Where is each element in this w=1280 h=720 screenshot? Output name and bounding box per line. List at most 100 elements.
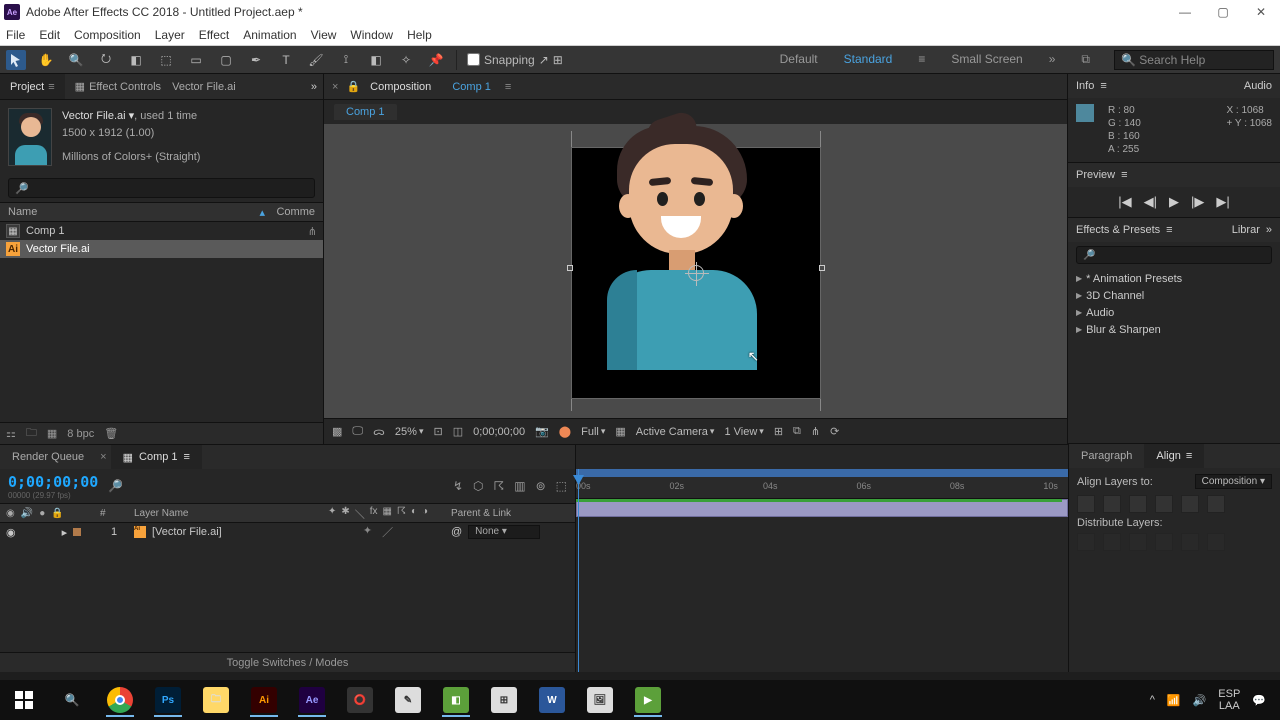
help-search[interactable]: 🔍 Search Help (1114, 50, 1274, 70)
preset-animation[interactable]: ▶* Animation Presets (1072, 270, 1276, 287)
project-row-vector[interactable]: AiVector File.ai (0, 240, 323, 258)
mask-icon[interactable]: ᯅ (373, 424, 385, 439)
col-name[interactable]: Name (8, 206, 259, 218)
new-comp-icon[interactable]: ▦ (47, 427, 57, 440)
snap-ext-icon[interactable]: ↗ (539, 53, 549, 67)
workspace-small[interactable]: Small Screen (951, 52, 1022, 67)
graph-editor-icon[interactable]: ▥ (514, 479, 525, 493)
draft3d-icon[interactable]: ⬚ (556, 479, 567, 493)
photoshop-taskbar-icon[interactable]: Ps (148, 683, 188, 717)
refresh-icon[interactable]: ⟳ (830, 425, 839, 438)
next-frame-icon[interactable]: |▶ (1191, 194, 1204, 210)
composition-viewport[interactable]: ↖ (324, 124, 1067, 418)
minimize-button[interactable]: — (1178, 5, 1192, 19)
work-area-bar[interactable] (576, 469, 1068, 477)
brush-tool-icon[interactable]: 🖌 (306, 50, 326, 70)
photos-taskbar-icon[interactable]: 🖼 (580, 683, 620, 717)
menu-file[interactable]: File (6, 28, 25, 42)
menu-edit[interactable]: Edit (39, 28, 60, 42)
frame-blend-icon[interactable]: ⬡ (473, 479, 483, 493)
preview-panel-title[interactable]: Preview (1076, 169, 1115, 181)
snapshot-icon[interactable]: 📷 (535, 425, 549, 438)
playhead[interactable] (578, 469, 579, 672)
canvas[interactable]: ↖ (571, 147, 821, 399)
timeline-comp-tab[interactable]: ▦ Comp 1 ≡ (111, 445, 202, 469)
app3-taskbar-icon[interactable]: ◧ (436, 683, 476, 717)
paragraph-tab[interactable]: Paragraph (1069, 444, 1144, 468)
camera-tool-icon[interactable]: ⬚ (156, 50, 176, 70)
panbehind-tool-icon[interactable]: ▭ (186, 50, 206, 70)
effect-controls-tab[interactable]: ▦ Effect Controls Vector File.ai (65, 74, 246, 99)
project-tab[interactable]: Project ≡ (0, 74, 65, 99)
preset-audio[interactable]: ▶Audio (1072, 304, 1276, 321)
menu-composition[interactable]: Composition (74, 28, 141, 42)
zoom-tool-icon[interactable]: 🔍 (66, 50, 86, 70)
transparency-grid-icon[interactable]: ▦ (615, 425, 625, 438)
workspace-more-icon[interactable]: » (1049, 52, 1056, 67)
aftereffects-taskbar-icon[interactable]: Ae (292, 683, 332, 717)
toggle-switches[interactable]: Toggle Switches / Modes (227, 657, 349, 669)
align-menu-icon[interactable]: ≡ (1186, 450, 1192, 462)
fast-previews-icon[interactable]: ⧉ (793, 425, 801, 438)
type-tool-icon[interactable]: T (276, 50, 296, 70)
tray-language[interactable]: ESPLAA (1218, 688, 1240, 712)
brainstorm-icon[interactable]: ⊚ (536, 479, 546, 493)
app-taskbar-icon[interactable]: ⭕ (340, 683, 380, 717)
align-top-icon[interactable] (1155, 495, 1173, 513)
first-frame-icon[interactable]: |◀ (1118, 194, 1131, 210)
menu-effect[interactable]: Effect (199, 28, 229, 42)
tray-wifi-icon[interactable]: 📶 (1167, 694, 1181, 707)
workspace-default[interactable]: Default (780, 52, 818, 67)
illustrator-taskbar-icon[interactable]: Ai (244, 683, 284, 717)
search-taskbar-icon[interactable]: 🔍 (52, 683, 92, 717)
bpc-toggle[interactable]: 8 bpc (67, 428, 94, 440)
libraries-tab[interactable]: Librar (1232, 224, 1260, 236)
effects-overflow-icon[interactable]: » (1266, 224, 1272, 236)
zoom-dropdown[interactable]: 25% ▾ (395, 426, 424, 438)
align-hcenter-icon[interactable] (1103, 495, 1121, 513)
roi-icon[interactable]: ◫ (453, 425, 463, 438)
snapping-checkbox[interactable] (467, 53, 480, 66)
rotate-tool-icon[interactable]: ◧ (126, 50, 146, 70)
explorer-taskbar-icon[interactable]: 🗀 (196, 683, 236, 717)
motion-blur-icon[interactable]: ☈ (493, 479, 504, 493)
lock-col-icon[interactable]: 🔒 (51, 508, 63, 519)
camera-dropdown[interactable]: Active Camera ▾ (636, 426, 715, 438)
selection-tool-icon[interactable] (6, 50, 26, 70)
align-bottom-icon[interactable] (1207, 495, 1225, 513)
timeline-search-icon[interactable]: 🔎 (108, 479, 123, 493)
channel-icon[interactable]: ⬤ (559, 425, 571, 438)
maximize-button[interactable]: ▢ (1216, 5, 1230, 19)
flowchart-icon[interactable]: ⋔ (308, 225, 317, 238)
effects-panel-title[interactable]: Effects & Presets (1076, 224, 1160, 236)
lock-icon[interactable]: 🔒 (346, 80, 360, 93)
resolution-dropdown[interactable]: Full ▾ (581, 426, 605, 438)
menu-layer[interactable]: Layer (155, 28, 185, 42)
puppet-tool-icon[interactable]: 📌 (426, 50, 446, 70)
menu-help[interactable]: Help (407, 28, 432, 42)
anchor-point-icon[interactable] (688, 265, 704, 281)
preset-3dchannel[interactable]: ▶3D Channel (1072, 287, 1276, 304)
clone-tool-icon[interactable]: ⟟ (336, 50, 356, 70)
vis-col-icon[interactable]: ◉ (6, 508, 15, 519)
audio-col-icon[interactable]: 🔊 (21, 508, 33, 519)
view-dropdown[interactable]: 1 View ▾ (724, 426, 763, 438)
menu-window[interactable]: Window (350, 28, 393, 42)
comp-flowchart-tab[interactable]: Comp 1 (334, 104, 397, 120)
word-taskbar-icon[interactable]: W (532, 683, 572, 717)
menu-view[interactable]: View (311, 28, 337, 42)
close-button[interactable]: ✕ (1254, 5, 1268, 19)
effects-search[interactable]: 🔎 (1076, 246, 1272, 264)
alpha-icon[interactable]: ▩ (332, 425, 342, 438)
preview-menu-icon[interactable]: ≡ (1121, 169, 1127, 181)
solo-col-icon[interactable]: ● (39, 508, 45, 519)
shy-icon[interactable]: ↯ (453, 479, 463, 493)
effects-menu-icon[interactable]: ≡ (1166, 224, 1172, 236)
resolution-icon[interactable]: ⊡ (433, 425, 442, 438)
display-icon[interactable]: 🖵 (352, 425, 363, 438)
calculator-taskbar-icon[interactable]: ⊞ (484, 683, 524, 717)
align-right-icon[interactable] (1129, 495, 1147, 513)
app2-taskbar-icon[interactable]: ✎ (388, 683, 428, 717)
shape-tool-icon[interactable]: ▢ (216, 50, 236, 70)
time-ruler[interactable]: 00s 02s 04s 06s 08s 10s (576, 477, 1068, 499)
